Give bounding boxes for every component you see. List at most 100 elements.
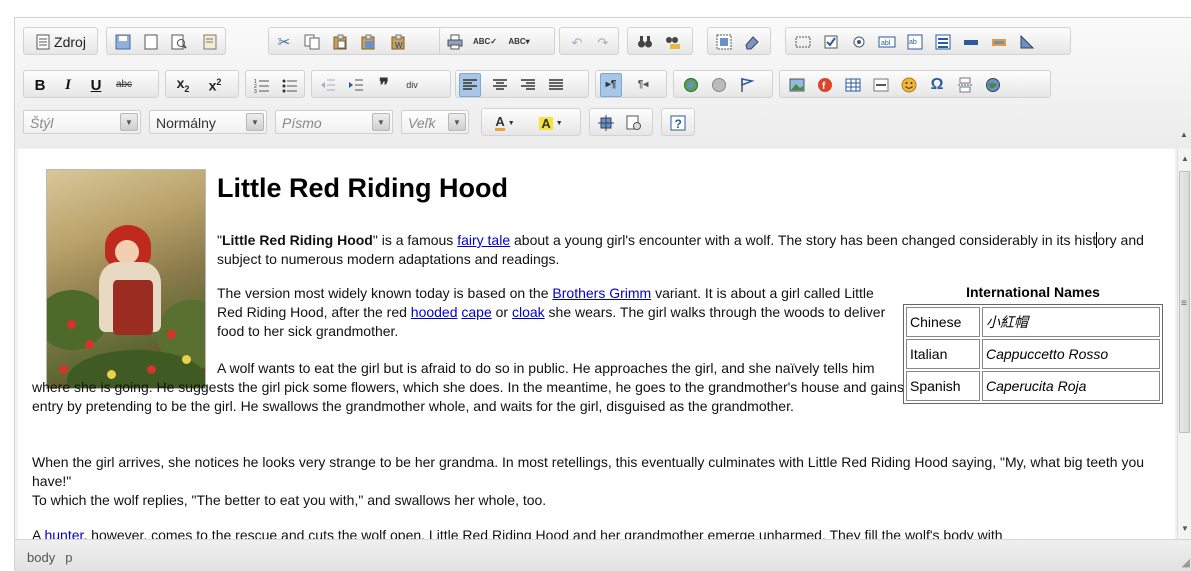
select-field-button[interactable] [932,31,954,53]
format-combo[interactable]: Normálny ▼ [149,110,267,134]
numbered-list-button[interactable]: 123 [251,74,273,96]
flag-icon [741,78,755,92]
blockquote-button[interactable]: ❞ [373,74,395,96]
horizontal-line-button[interactable] [870,74,892,96]
background-color-button[interactable]: A ▼ [532,112,570,134]
copy-button[interactable] [301,31,323,53]
international-names-table[interactable]: International Names Chinese 小紅帽 Italian Ca… [903,284,1163,404]
special-char-button[interactable]: Ω [926,74,948,96]
chevron-down-icon[interactable]: ▼ [448,113,466,131]
align-center-button[interactable] [489,74,511,96]
anchor-button[interactable] [736,74,758,96]
vertical-scrollbar[interactable]: ▲ ≡ ▼ [1177,149,1191,539]
print-button[interactable] [444,31,466,53]
table-button[interactable] [842,74,864,96]
button-field-button[interactable] [960,31,982,53]
image-button-button[interactable] [988,31,1010,53]
remove-format-button[interactable] [741,31,763,53]
radio-button-tool[interactable] [848,31,870,53]
page-break-button[interactable] [954,74,976,96]
source-button[interactable]: Zdroj [26,31,96,53]
bulleted-list-button[interactable] [279,74,301,96]
paragraph-version[interactable]: The version most widely known today is b… [217,284,897,341]
link-hooded[interactable]: hooded [411,304,458,320]
link-brothers-grimm[interactable]: Brothers Grimm [552,285,651,301]
form-button[interactable] [792,31,814,53]
link-button[interactable] [680,74,702,96]
undo-button[interactable]: ↶ [566,31,588,53]
redo-button[interactable]: ↷ [592,31,614,53]
save-button[interactable] [112,31,134,53]
bold-button[interactable]: B [29,74,51,96]
table-cell-language[interactable]: Italian [906,339,980,369]
cut-button[interactable]: ✂ [273,31,295,53]
about-button[interactable]: ? [667,112,689,134]
paragraph-wolf[interactable]: A wolf wants to eat the girl but is afra… [32,359,907,416]
editor-content-area[interactable]: Little Red Riding Hood "Little Red Ridin… [18,149,1175,539]
chevron-down-icon[interactable]: ▼ [120,113,138,131]
svg-text:ab: ab [909,39,917,46]
style-combo[interactable]: Štýl ▼ [23,110,141,134]
smiley-button[interactable] [898,74,920,96]
table-cell-name[interactable]: Cappuccetto Rosso [982,339,1160,369]
paste-word-button[interactable]: W [387,31,409,53]
align-left-button[interactable] [459,73,481,97]
superscript-button[interactable]: x2 [204,74,226,96]
table-cell-language[interactable]: Spanish [906,371,980,401]
preview-button[interactable] [168,31,190,53]
checkbox-button[interactable] [820,31,842,53]
select-all-button[interactable] [713,31,735,53]
chevron-down-icon[interactable]: ▼ [246,113,264,131]
new-page-button[interactable] [140,31,162,53]
paste-text-button[interactable] [357,31,379,53]
flash-button[interactable]: f [814,74,836,96]
table-cell-language[interactable]: Chinese [906,307,980,337]
link-fairy-tale[interactable]: fairy tale [457,232,510,248]
indent-button[interactable] [345,74,367,96]
path-item-p[interactable]: p [65,550,72,565]
textarea-button[interactable]: ab [904,31,926,53]
justify-button[interactable] [545,74,567,96]
create-div-button[interactable]: div [401,74,423,96]
link-cape[interactable]: cape [461,304,491,320]
show-blocks-button[interactable] [623,112,645,134]
chevron-down-icon[interactable]: ▼ [372,113,390,131]
underline-button[interactable]: U [85,74,107,96]
paragraph-arrival[interactable]: When the girl arrives, she notices he lo… [32,453,1167,510]
iframe-button[interactable] [982,74,1004,96]
scroll-up-icon[interactable]: ▲ [1179,153,1191,165]
paragraph-hunter[interactable]: A hunter, however, comes to the rescue a… [32,526,1167,539]
page-break-icon [958,77,972,93]
outdent-button[interactable] [317,74,339,96]
table-cell-name[interactable]: Caperucita Roja [982,371,1160,401]
ltr-button[interactable]: ▸¶ [600,73,622,97]
textfield-button[interactable]: abl [876,31,898,53]
image-button[interactable] [786,74,808,96]
align-right-button[interactable] [517,74,539,96]
link-hunter[interactable]: hunter [44,527,83,539]
find-button[interactable] [634,31,656,53]
unlink-button[interactable] [708,74,730,96]
table-cell-name[interactable]: 小紅帽 [982,307,1160,337]
subscript-button[interactable]: x2 [172,74,194,96]
paste-button[interactable] [329,31,351,53]
indent-icon [349,79,363,91]
toolbar-collapse-button[interactable]: ▲ [1177,122,1191,144]
scroll-down-icon[interactable]: ▼ [1179,523,1191,535]
text-color-button[interactable]: A ▼ [486,112,524,134]
maximize-button[interactable] [595,112,617,134]
spellcheck-as-you-type-button[interactable]: ABC▾ [502,31,536,53]
strikethrough-button[interactable]: abc [113,74,135,96]
rtl-button[interactable]: ¶◂ [632,74,654,96]
templates-button[interactable] [199,31,221,53]
hidden-field-button[interactable] [1016,31,1038,53]
size-combo[interactable]: Veľk ▼ [401,110,469,134]
replace-button[interactable] [662,31,684,53]
paragraph-intro[interactable]: "Little Red Riding Hood" is a famous fai… [217,231,1167,269]
link-cloak[interactable]: cloak [512,304,545,320]
resize-handle-icon[interactable]: ◢ [1182,556,1190,569]
font-combo[interactable]: Písmo ▼ [275,110,393,134]
italic-button[interactable]: I [57,74,79,96]
spellcheck-button[interactable]: ABC✓ [472,31,498,53]
path-item-body[interactable]: body [27,550,55,565]
